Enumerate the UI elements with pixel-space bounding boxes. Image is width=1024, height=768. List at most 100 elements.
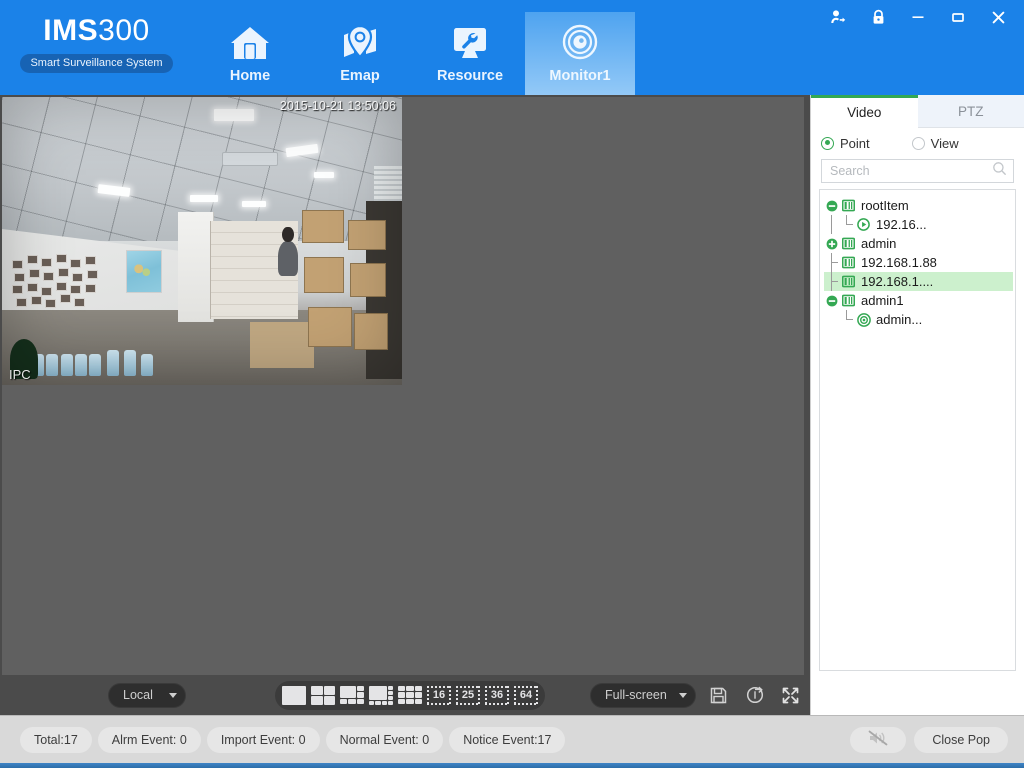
- mute-button[interactable]: [850, 727, 906, 753]
- collapse-minus-icon[interactable]: [824, 200, 839, 212]
- close-pop-button[interactable]: Close Pop: [914, 727, 1008, 753]
- tree-node-label: admin...: [876, 312, 922, 327]
- layout-button-6[interactable]: [339, 685, 365, 706]
- workspace: 2015-10-21 13:50:06 IPC Local: [0, 95, 1024, 715]
- layout-button-25-label: 25: [456, 686, 480, 705]
- video-cell-2[interactable]: [2, 387, 402, 675]
- tree-line: [839, 310, 854, 329]
- status-pill-normal-event[interactable]: Normal Event: 0: [326, 727, 444, 753]
- lock-icon[interactable]: [858, 0, 898, 34]
- tree-node-admin[interactable]: admin: [824, 234, 1013, 253]
- nav-tab-resource-label: Resource: [437, 68, 503, 84]
- search-box[interactable]: [821, 159, 1014, 183]
- nav-tab-monitor1[interactable]: Monitor1: [525, 12, 635, 95]
- monitor-wrench-icon: [448, 20, 492, 66]
- close-icon[interactable]: [978, 0, 1018, 34]
- chevron-down-icon: [679, 693, 687, 698]
- tree-node-label: rootItem: [861, 198, 909, 213]
- tree-line: [839, 215, 854, 234]
- title-bar: IMS300 Smart Surveillance System Home Em…: [0, 0, 1024, 95]
- layout-button-64[interactable]: 64: [513, 685, 539, 706]
- logo-text: IMS300: [14, 14, 179, 48]
- nav-tab-monitor1-label: Monitor1: [549, 68, 610, 84]
- nav-tab-emap-label: Emap: [340, 68, 380, 84]
- os-taskbar-sliver: [0, 763, 1024, 768]
- expand-plus-icon[interactable]: [824, 238, 839, 250]
- radio-point[interactable]: Point: [821, 136, 870, 151]
- layout-button-36[interactable]: 36: [484, 685, 510, 706]
- chevron-down-icon: [169, 693, 177, 698]
- main-navigation: Home Emap Resource Monitor1: [195, 12, 635, 95]
- device-tree[interactable]: rootItem 192.16...: [819, 189, 1016, 671]
- tab-ptz[interactable]: PTZ: [918, 95, 1024, 128]
- radio-point-dot: [821, 137, 834, 150]
- tree-line: [824, 253, 839, 272]
- panel-tab-strip: Video PTZ: [811, 95, 1024, 128]
- app-logo: IMS300 Smart Surveillance System: [14, 14, 179, 73]
- layout-button-1[interactable]: [281, 685, 307, 706]
- video-cell-3[interactable]: [404, 387, 804, 675]
- group-icon: [839, 237, 858, 250]
- screen-mode-select[interactable]: Full-screen: [590, 683, 696, 708]
- search-icon[interactable]: [992, 161, 1007, 181]
- tree-node-label: admin1: [861, 293, 904, 308]
- tree-node-192-16[interactable]: 192.16...: [824, 215, 1013, 234]
- group-icon: [839, 294, 858, 307]
- layout-button-36-label: 36: [485, 686, 509, 705]
- tree-node-rootitem[interactable]: rootItem: [824, 196, 1013, 215]
- layout-button-8[interactable]: [368, 685, 394, 706]
- status-pill-total[interactable]: Total:17: [20, 727, 92, 753]
- nav-tab-home-label: Home: [230, 68, 270, 84]
- target-icon: [854, 313, 873, 327]
- tree-line: [824, 272, 839, 291]
- status-bar-actions: Close Pop: [842, 727, 1024, 753]
- tree-node-admin1[interactable]: admin1: [824, 291, 1013, 310]
- fullscreen-icon[interactable]: [778, 682, 804, 708]
- osd-channel-name: IPC: [9, 367, 31, 382]
- video-cell-0[interactable]: 2015-10-21 13:50:06 IPC: [2, 97, 402, 385]
- status-pill-alarm-event[interactable]: Alrm Event: 0: [98, 727, 201, 753]
- right-panel: Video PTZ Point View: [810, 95, 1024, 715]
- nav-tab-home[interactable]: Home: [195, 12, 305, 95]
- minimize-icon[interactable]: [898, 0, 938, 34]
- layout-button-25[interactable]: 25: [455, 685, 481, 706]
- home-icon: [228, 20, 272, 66]
- logo-number-text: 300: [98, 14, 150, 47]
- radio-point-label: Point: [840, 136, 870, 151]
- tab-video[interactable]: Video: [811, 95, 918, 128]
- mode-radio-group: Point View: [811, 128, 1024, 158]
- search-input[interactable]: [830, 164, 992, 178]
- tree-node-admin-child[interactable]: admin...: [824, 310, 1013, 329]
- group-icon: [839, 275, 858, 288]
- layout-button-4[interactable]: [310, 685, 336, 706]
- layout-button-16-label: 16: [427, 686, 451, 705]
- window-controls: [818, 0, 1018, 34]
- nav-tab-resource[interactable]: Resource: [415, 12, 525, 95]
- source-select[interactable]: Local: [108, 683, 186, 708]
- mute-speaker-icon: [868, 730, 888, 749]
- status-pill-import-event[interactable]: Import Event: 0: [207, 727, 320, 753]
- maximize-icon[interactable]: [938, 0, 978, 34]
- tree-node-192-168-1-88[interactable]: 192.168.1.88: [824, 253, 1013, 272]
- group-icon: [839, 199, 858, 212]
- tree-node-label: 192.16...: [876, 217, 927, 232]
- status-bar: Total:17 Alrm Event: 0 Import Event: 0 N…: [0, 715, 1024, 763]
- tree-line: [824, 310, 839, 329]
- tree-node-192-168-1-selected[interactable]: 192.168.1....: [824, 272, 1013, 291]
- refresh-icon[interactable]: [742, 682, 768, 708]
- tab-ptz-label: PTZ: [958, 104, 984, 119]
- video-cell-1[interactable]: [404, 97, 804, 385]
- status-pill-notice-event[interactable]: Notice Event:17: [449, 727, 565, 753]
- video-area: 2015-10-21 13:50:06 IPC Local: [0, 95, 808, 715]
- video-toolbar: Local: [0, 675, 808, 715]
- screen-mode-label: Full-screen: [605, 688, 667, 702]
- layout-button-16[interactable]: 16: [426, 685, 452, 706]
- radio-view[interactable]: View: [912, 136, 959, 151]
- switch-user-icon[interactable]: [818, 0, 858, 34]
- logo-main-text: IMS: [43, 14, 98, 47]
- layout-button-9[interactable]: [397, 685, 423, 706]
- collapse-minus-icon[interactable]: [824, 295, 839, 307]
- save-icon[interactable]: [706, 682, 732, 708]
- source-select-label: Local: [123, 688, 153, 702]
- nav-tab-emap[interactable]: Emap: [305, 12, 415, 95]
